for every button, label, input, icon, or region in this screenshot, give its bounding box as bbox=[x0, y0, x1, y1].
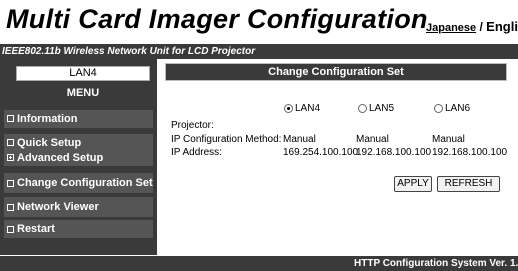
sidebar-item-label: Quick Setup bbox=[17, 136, 82, 149]
option-label: LAN6 bbox=[445, 103, 471, 114]
option-lan4[interactable]: LAN4 bbox=[284, 103, 320, 114]
ip-address-value: 169.254.100.100 bbox=[283, 147, 359, 158]
japanese-link[interactable]: Japanese bbox=[426, 22, 476, 34]
sidebar-item-restart[interactable]: Restart bbox=[4, 220, 153, 238]
sidebar-item-advanced-setup[interactable]: Advanced Setup bbox=[7, 149, 153, 166]
language-separator: / bbox=[476, 20, 487, 34]
minus-box-icon bbox=[7, 179, 14, 187]
option-lan6[interactable]: LAN6 bbox=[434, 103, 470, 114]
option-label: LAN4 bbox=[295, 103, 321, 114]
minus-box-icon bbox=[7, 139, 14, 146]
language-links: Japanese / English bbox=[426, 19, 518, 34]
sidebar-item-information[interactable]: Information bbox=[4, 110, 153, 128]
ip-method-label: IP Configuration Method: bbox=[171, 134, 282, 145]
radio-unselected-icon bbox=[358, 104, 367, 113]
plus-box-icon bbox=[7, 154, 14, 161]
option-label: LAN5 bbox=[369, 103, 395, 114]
page-title: Multi Card Imager Configuration bbox=[6, 4, 428, 34]
current-setting-display: LAN4 bbox=[16, 66, 150, 81]
minus-box-icon bbox=[7, 203, 14, 211]
ip-address-label: IP Address: bbox=[171, 147, 222, 158]
menu-heading: MENU bbox=[66, 87, 100, 99]
sidebar-item-label: Information bbox=[17, 112, 78, 125]
radio-selected-icon bbox=[284, 104, 293, 113]
minus-box-icon bbox=[7, 225, 14, 233]
ip-method-value: Manual bbox=[356, 134, 389, 145]
radio-unselected-icon bbox=[434, 104, 443, 113]
sidebar-item-label: Change Configuration Set bbox=[17, 177, 153, 189]
ip-address-value: 192.168.100.100 bbox=[356, 147, 432, 158]
footer-bar: HTTP Configuration System Ver. 1.00 bbox=[0, 256, 518, 271]
english-label: English bbox=[486, 19, 518, 34]
sidebar-item-label: Advanced Setup bbox=[17, 151, 104, 164]
sidebar-item-label: Network Viewer bbox=[17, 201, 99, 213]
ip-address-value: 192.168.100.100 bbox=[432, 147, 508, 158]
sidebar-item-network-viewer[interactable]: Network Viewer bbox=[4, 197, 153, 217]
panel-title: Change Configuration Set bbox=[165, 63, 507, 81]
minus-box-icon bbox=[7, 115, 14, 122]
sidebar-item-change-configuration-set[interactable]: Change Configuration Set bbox=[4, 173, 153, 193]
refresh-button[interactable]: REFRESH bbox=[437, 176, 500, 192]
ip-method-value: Manual bbox=[432, 134, 465, 145]
ip-method-value: Manual bbox=[283, 134, 316, 145]
sidebar-group-setup: Quick Setup Advanced Setup bbox=[4, 134, 153, 166]
option-lan5[interactable]: LAN5 bbox=[358, 103, 394, 114]
sidebar-item-label: Restart bbox=[17, 223, 55, 235]
apply-button[interactable]: APPLY bbox=[394, 176, 432, 192]
projector-label: Projector: bbox=[171, 120, 214, 131]
footer-version: HTTP Configuration System Ver. 1.00 bbox=[354, 258, 518, 269]
subtitle-bar: IEEE802.11b Wireless Network Unit for LC… bbox=[0, 44, 518, 59]
